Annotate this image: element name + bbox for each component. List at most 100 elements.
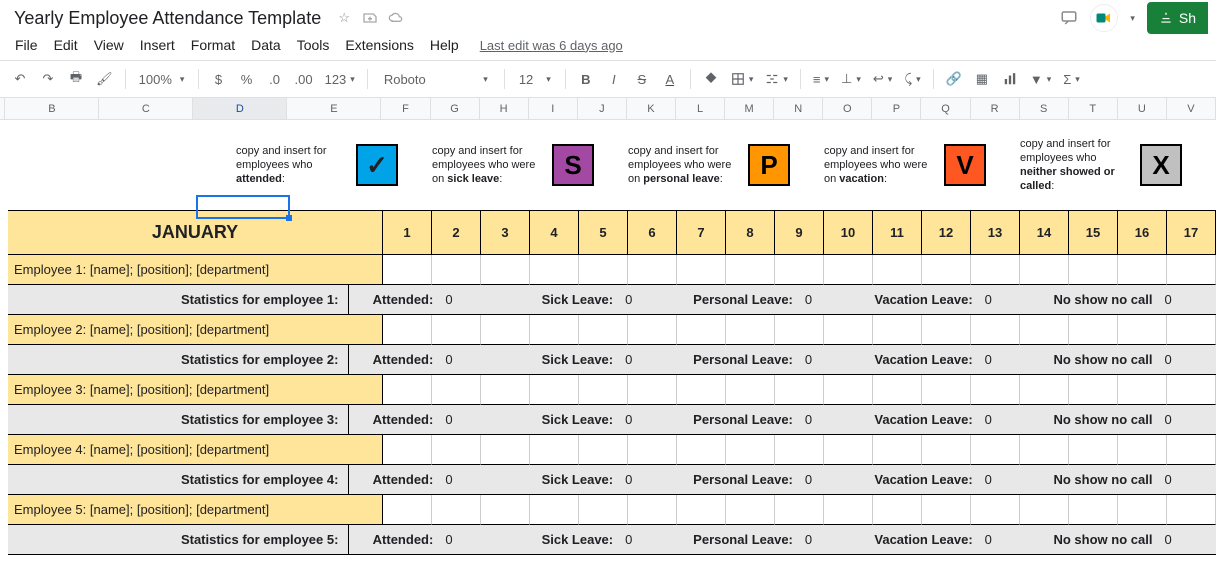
active-cell-indicator[interactable] [196,195,290,219]
column-header-N[interactable]: N [774,98,823,119]
column-header-H[interactable]: H [480,98,529,119]
link-button[interactable]: 🔗 [942,66,966,92]
font-size-select[interactable]: 12 [513,66,557,92]
sheet-area[interactable]: copy and insert for employees who attend… [0,120,1216,585]
column-header-G[interactable]: G [431,98,480,119]
attendance-cell[interactable] [1020,495,1069,525]
attendance-cell[interactable] [1167,375,1216,405]
rotate-button[interactable]: ⤹ [900,66,924,92]
halign-button[interactable]: ≡ [809,66,833,92]
attendance-cell[interactable] [824,375,873,405]
functions-button[interactable]: Σ [1059,66,1084,92]
attendance-cell[interactable] [1118,435,1167,465]
attendance-cell[interactable] [383,375,432,405]
column-header-J[interactable]: J [578,98,627,119]
fill-color-button[interactable] [699,66,723,92]
menu-file[interactable]: File [8,33,45,57]
menu-help[interactable]: Help [423,33,466,57]
attendance-cell[interactable] [1118,495,1167,525]
menu-tools[interactable]: Tools [290,33,337,57]
move-icon[interactable] [361,9,379,27]
employee-row-5[interactable]: Employee 5: [name]; [position]; [departm… [8,495,383,525]
attendance-cell[interactable] [1118,375,1167,405]
attendance-cell[interactable] [530,375,579,405]
attendance-cell[interactable] [824,255,873,285]
percent-button[interactable]: % [235,66,259,92]
valign-button[interactable]: ⊥ [837,66,865,92]
employee-row-4[interactable]: Employee 4: [name]; [position]; [departm… [8,435,383,465]
attendance-cell[interactable] [775,315,824,345]
attendance-cell[interactable] [1020,255,1069,285]
print-button[interactable]: 🖶 [64,66,88,92]
attendance-cell[interactable] [922,495,971,525]
attendance-cell[interactable] [1020,375,1069,405]
column-header-M[interactable]: M [725,98,774,119]
attendance-cell[interactable] [383,495,432,525]
undo-button[interactable]: ↶ [8,66,32,92]
attendance-cell[interactable] [628,435,677,465]
attendance-cell[interactable] [824,495,873,525]
attendance-cell[interactable] [1118,315,1167,345]
menu-insert[interactable]: Insert [133,33,182,57]
filter-button[interactable]: ▼ [1026,66,1055,92]
attendance-cell[interactable] [775,435,824,465]
document-title[interactable]: Yearly Employee Attendance Template [8,6,327,31]
column-header-I[interactable]: I [529,98,578,119]
strike-button[interactable]: S [630,66,654,92]
currency-button[interactable]: $ [207,66,231,92]
attendance-cell[interactable] [481,495,530,525]
attendance-cell[interactable] [432,255,481,285]
wrap-button[interactable]: ↩ [869,66,896,92]
attendance-cell[interactable] [1167,315,1216,345]
attendance-cell[interactable] [432,375,481,405]
attendance-cell[interactable] [530,435,579,465]
last-edit-link[interactable]: Last edit was 6 days ago [480,38,623,53]
comment-button[interactable]: ▦ [970,66,994,92]
attendance-cell[interactable] [775,495,824,525]
chart-button[interactable] [998,66,1022,92]
column-header-L[interactable]: L [676,98,725,119]
zoom-select[interactable]: 100% [134,66,190,92]
attendance-cell[interactable] [775,375,824,405]
merge-button[interactable] [761,66,792,92]
attendance-cell[interactable] [873,315,922,345]
attendance-cell[interactable] [383,315,432,345]
attendance-cell[interactable] [1167,435,1216,465]
attendance-cell[interactable] [922,375,971,405]
column-header-B[interactable]: B [5,98,99,119]
attendance-cell[interactable] [481,435,530,465]
attendance-cell[interactable] [1069,495,1118,525]
attendance-cell[interactable] [579,375,628,405]
attendance-cell[interactable] [1069,375,1118,405]
menu-data[interactable]: Data [244,33,288,57]
attendance-cell[interactable] [628,255,677,285]
column-header-O[interactable]: O [823,98,872,119]
attendance-cell[interactable] [1069,435,1118,465]
attendance-cell[interactable] [873,495,922,525]
attendance-cell[interactable] [481,315,530,345]
attendance-cell[interactable] [971,435,1020,465]
column-header-S[interactable]: S [1020,98,1069,119]
attendance-cell[interactable] [1167,495,1216,525]
bold-button[interactable]: B [574,66,598,92]
attendance-cell[interactable] [1167,255,1216,285]
attendance-cell[interactable] [922,315,971,345]
menu-format[interactable]: Format [184,33,242,57]
employee-row-3[interactable]: Employee 3: [name]; [position]; [departm… [8,375,383,405]
attendance-cell[interactable] [824,435,873,465]
attendance-cell[interactable] [922,435,971,465]
attendance-cell[interactable] [873,435,922,465]
column-header-D[interactable]: D [193,98,287,119]
column-header-P[interactable]: P [872,98,921,119]
attendance-cell[interactable] [971,495,1020,525]
menu-extensions[interactable]: Extensions [338,33,420,57]
redo-button[interactable]: ↷ [36,66,60,92]
attendance-cell[interactable] [628,315,677,345]
employee-row-2[interactable]: Employee 2: [name]; [position]; [departm… [8,315,383,345]
attendance-cell[interactable] [677,255,726,285]
column-header-T[interactable]: T [1069,98,1118,119]
column-header-C[interactable]: C [99,98,193,119]
column-header-U[interactable]: U [1118,98,1167,119]
star-icon[interactable]: ☆ [335,9,353,27]
attendance-cell[interactable] [628,375,677,405]
